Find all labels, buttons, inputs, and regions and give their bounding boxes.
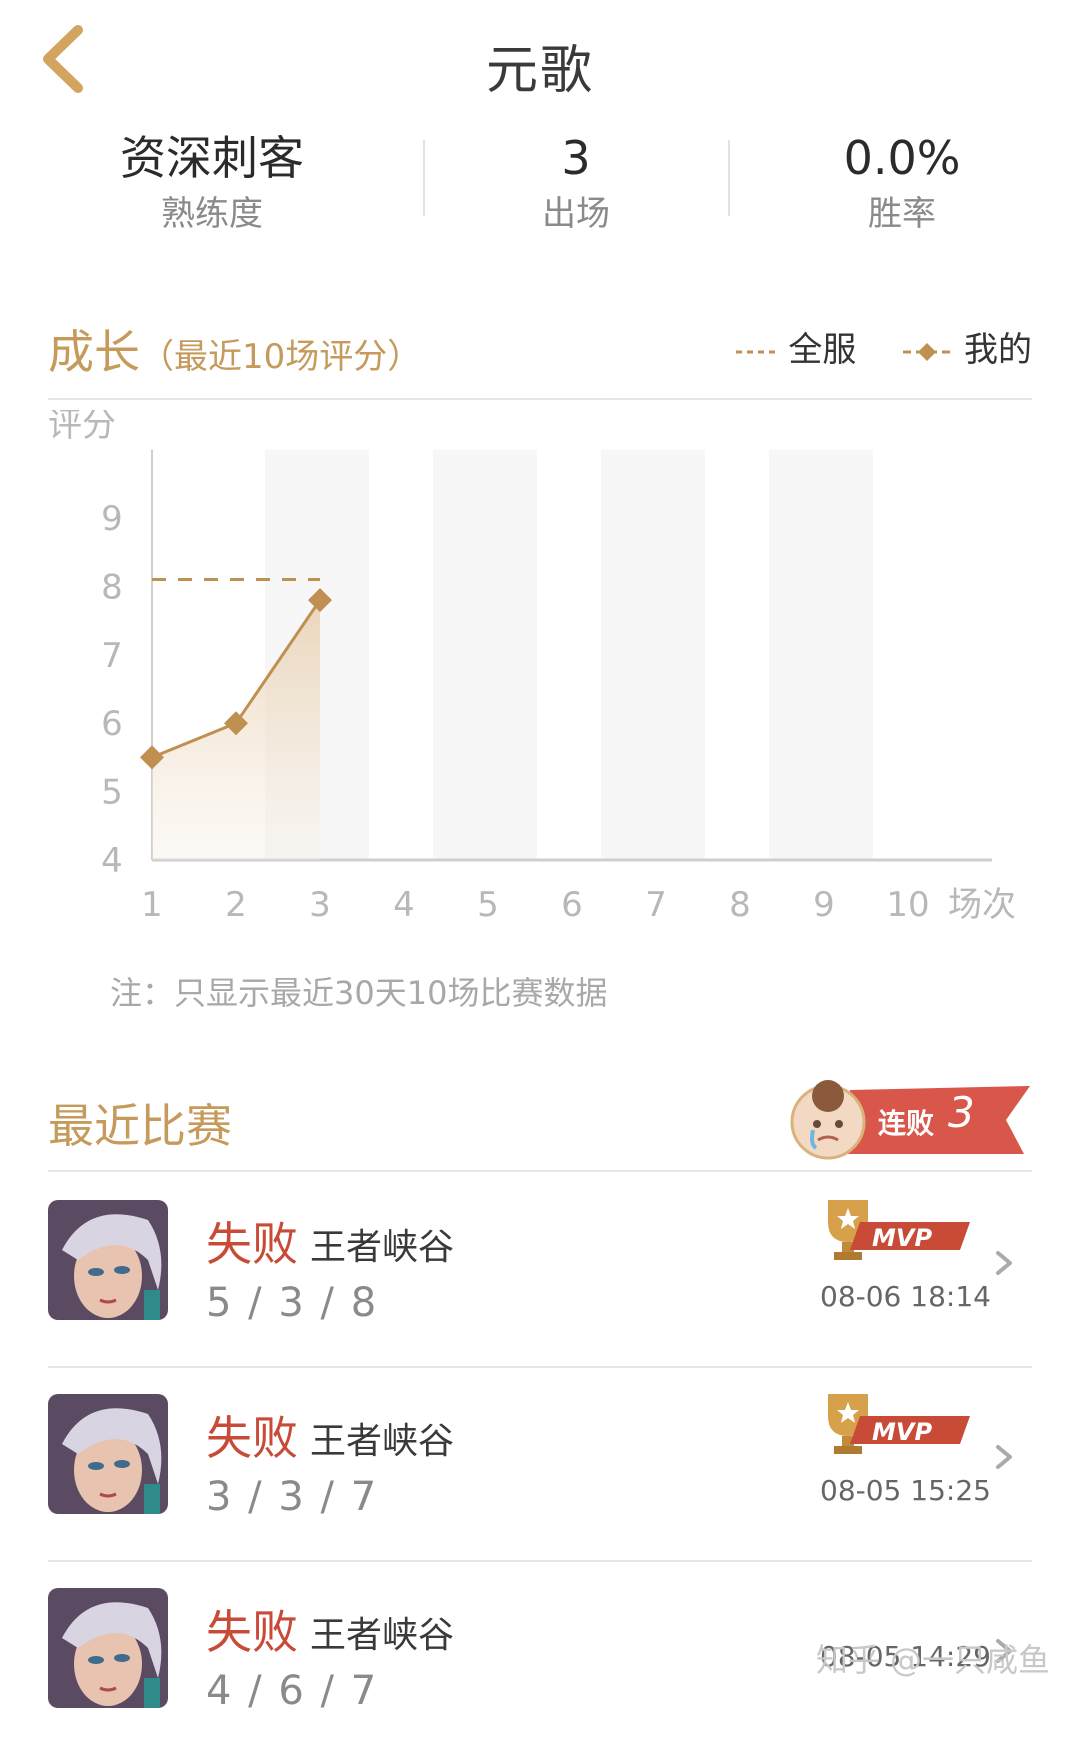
mvp-label: MVP [872,1418,932,1446]
chart-band [433,449,537,860]
chart-band [601,449,705,860]
stat-value: 3 [561,131,591,185]
growth-chart: 评分 4 5 6 7 8 9 1 2 3 4 5 6 7 8 9 10 场次 [48,410,1016,925]
chart-band [769,449,873,860]
stat-label: 出场 [542,194,610,234]
stat-appearances: 3 出场 [416,128,736,238]
growth-heading: 成长（最近10场评分） [48,316,421,382]
growth-subtitle: （最近10场评分） [140,337,422,377]
legend-diamond-line-icon [903,342,952,361]
row-divider [48,1560,1032,1562]
row-divider [48,1366,1032,1368]
legend-mine-label: 我的 [964,330,1032,370]
legend-all-label: 全服 [788,330,857,370]
streak-label: 连败 [878,1107,935,1140]
y-tick-label: 6 [101,704,123,744]
x-tick-label: 5 [477,885,499,925]
page-title: 元歌 [485,41,594,101]
hero-avatar [48,1394,168,1514]
y-tick-label: 8 [101,567,123,607]
stat-proficiency: 资深刺客 熟练度 [52,128,372,238]
watermark: 知乎 @一只咸鱼 [815,1641,1050,1679]
section-divider [48,398,1032,400]
chevron-right-icon[interactable] [992,1442,1016,1472]
x-tick-label: 4 [393,885,415,925]
chevron-right-icon[interactable] [992,1248,1016,1278]
x-tick-label: 9 [813,885,835,925]
y-tick-label: 7 [101,636,123,676]
chart-note: 注：只显示最近30天10场比赛数据 [110,974,608,1012]
y-axis-label: 评分 [48,410,116,445]
x-tick-label: 7 [645,885,667,925]
legend-dashed-line-icon [735,350,776,353]
match-kda: 5 / 3 / 8 [206,1280,379,1326]
hero-avatar [48,1588,168,1708]
streak-count: 3 [948,1088,975,1137]
match-kda: 3 / 3 / 7 [206,1474,379,1520]
match-kda: 4 / 6 / 7 [206,1668,379,1714]
match-mode: 王者峡谷 [310,1615,455,1656]
match-mode: 王者峡谷 [310,1227,455,1268]
growth-title: 成长 [48,325,140,379]
divider [728,140,730,216]
chart-legend: 全服 我的 [734,322,1032,371]
stat-winrate: 0.0% 胜率 [742,128,1062,238]
y-tick-label: 5 [101,773,123,813]
mvp-trophy-icon: MVP [828,1200,970,1260]
recent-title: 最近比赛 [48,1099,232,1153]
match-time: 08-05 15:25 [820,1474,991,1507]
stat-label: 胜率 [868,194,936,234]
stat-label: 熟练度 [161,194,263,234]
x-tick-label: 2 [225,885,247,925]
match-result: 失败 [206,1411,298,1465]
x-tick-label: 3 [309,885,331,925]
x-tick-label: 6 [561,885,583,925]
x-tick-label: 1 [141,885,163,925]
match-row[interactable]: 失败 王者峡谷 3 / 3 / 7 MVP 08-05 15:25 [48,1372,1032,1562]
match-row[interactable]: 失败 王者峡谷 5 / 3 / 8 MVP 08-06 18:14 [48,1178,1032,1368]
match-result: 失败 [206,1217,298,1271]
section-divider [48,1170,1032,1172]
x-axis-label: 场次 [948,885,1016,925]
mvp-trophy-icon: MVP [828,1394,970,1454]
match-mode: 王者峡谷 [310,1421,455,1462]
x-tick-label: 8 [729,885,751,925]
y-tick-label: 9 [101,499,123,539]
x-tick-label: 10 [886,885,929,925]
hero-avatar [48,1200,168,1320]
losing-streak-badge: 连败 3 [780,1070,1030,1170]
stat-value: 0.0% [843,131,961,185]
match-time: 08-06 18:14 [820,1280,991,1313]
match-result: 失败 [206,1605,298,1659]
mvp-label: MVP [872,1224,932,1252]
stat-value: 资深刺客 [120,131,304,185]
y-tick-label: 4 [101,841,123,881]
